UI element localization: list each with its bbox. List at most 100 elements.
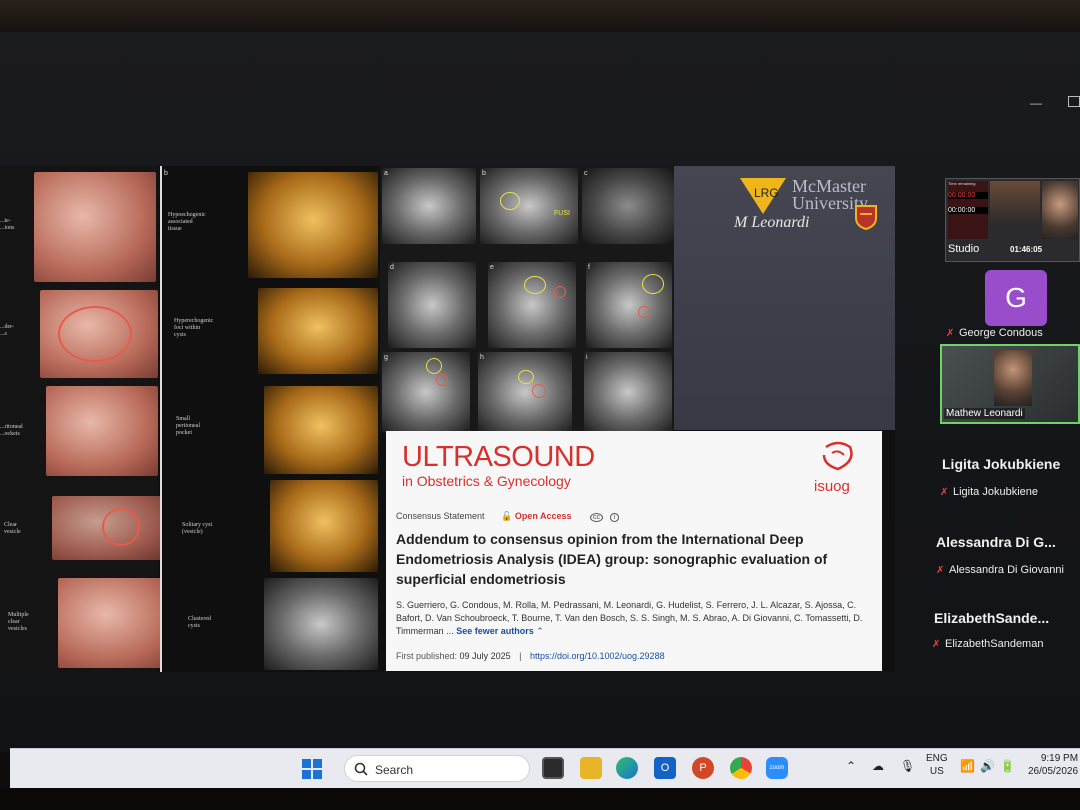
svg-text:LRG: LRG <box>754 186 779 200</box>
laparoscopy-image-3 <box>46 386 158 476</box>
ultrasound-d <box>388 262 476 348</box>
speaker-name: Mathew Leonardi <box>944 408 1025 419</box>
article-title[interactable]: Addendum to consensus opinion from the I… <box>396 529 874 589</box>
3d-ultrasound-1 <box>248 172 378 278</box>
marker-circle <box>554 286 566 298</box>
grid-letter-c: c <box>584 170 588 177</box>
language-indicator[interactable]: ENG US <box>926 752 948 778</box>
participant-alessandra: ✗ Alessandra Di Giovanni <box>936 564 1064 576</box>
taskbar: Search O P zoom ⌃ ☁ 🎙 ENG US 📶 🔊 🔋 9:19 P… <box>10 748 1080 788</box>
minimize-icon[interactable]: — <box>1030 96 1042 110</box>
journal-subtitle: in Obstetrics & Gynecology <box>402 473 571 489</box>
marker-circle <box>436 374 448 386</box>
avatar[interactable]: G <box>985 270 1047 326</box>
journal-article-card: ULTRASOUND in Obstetrics & Gynecology is… <box>386 431 882 671</box>
3d-ultrasound-5 <box>264 578 378 670</box>
studio-video-tile[interactable]: Time remaining 00:00:00 00:00:00 Studio … <box>945 178 1080 262</box>
speaker-video <box>994 350 1032 406</box>
3d-ultrasound-panel: b Hypoechogenic associated tissue Hypere… <box>160 166 378 672</box>
elapsed-time: 01:46:05 <box>1010 245 1043 254</box>
doi-link[interactable]: https://doi.org/10.1002/uog.29288 <box>530 651 665 661</box>
studio-label: Studio <box>948 243 980 255</box>
isuog-logo-icon <box>822 441 853 471</box>
journal-title: ULTRASOUND <box>402 441 595 473</box>
panel-b-label-1: Hypoechogenic associated tissue <box>168 212 206 232</box>
taskbar-search[interactable]: Search <box>344 755 530 782</box>
3d-ultrasound-3 <box>264 386 378 474</box>
laptop-bottom-bezel <box>0 788 1080 810</box>
grid-letter-b: b <box>482 170 486 177</box>
grid-letter-i: i <box>586 354 588 361</box>
chevron-up-icon[interactable]: ⌃ <box>846 759 856 773</box>
time-remaining-label: Time remaining <box>948 181 976 186</box>
active-speaker-tile[interactable]: Mathew Leonardi <box>940 344 1080 424</box>
panel-a-label-3: ...ritoneal ...ockets <box>0 424 23 437</box>
photo-of-laptop-screen: — ...te- ...ions ...der- ...s ...ritonea… <box>0 0 1080 810</box>
ultrasound-e <box>488 262 576 348</box>
presenter-thumbnail <box>1042 181 1078 239</box>
panel-b-label-4: Solitary cyst (vesicle) <box>182 522 213 535</box>
panel-b-label-5: Clustered cysts <box>188 616 211 629</box>
cc-license-icon: cc <box>590 513 604 522</box>
ultrasound-a <box>382 168 476 244</box>
tile-name-alessandra: Alessandra Di G... <box>936 534 1056 550</box>
chevron-up-icon[interactable]: ⌃ <box>536 626 544 636</box>
panel-b-label-3: Small peritoneal pocket <box>176 416 200 436</box>
studio-thumbnail <box>990 181 1040 225</box>
participant-ligita: ✗ Ligita Jokubkiene <box>940 486 1039 498</box>
attribution-icon: i <box>609 513 620 522</box>
panel-b-label-2: Hyperechogenic foci within cysts <box>174 318 214 338</box>
grid-letter-f: f <box>588 264 590 271</box>
published-label: First published: <box>396 651 458 661</box>
lrg-logo-icon: LRG <box>740 178 786 214</box>
3d-ultrasound-2 <box>258 288 378 374</box>
lesion-circle <box>102 508 140 546</box>
cloud-offline-icon[interactable]: ☁ <box>872 759 884 773</box>
participants-sidebar: Time remaining 00:00:00 00:00:00 Studio … <box>900 168 1080 688</box>
ultrasound-i <box>584 352 672 432</box>
marker-circle <box>518 370 534 384</box>
fusi-label: FUSI <box>554 210 570 217</box>
timer-b: 00:00:00 <box>948 207 988 214</box>
maximize-icon[interactable] <box>1068 96 1080 107</box>
tile-name-elizabeth: ElizabethSande... <box>934 610 1050 626</box>
microphone-icon[interactable]: 🎙 <box>900 759 915 773</box>
article-type: Consensus Statement <box>396 511 485 521</box>
marker-circle <box>524 276 546 294</box>
windows-start-icon[interactable] <box>302 759 322 779</box>
marker-circle <box>638 306 650 318</box>
panel-a-label-4: Clear vesicle <box>4 522 21 535</box>
wifi-icon[interactable]: 📶 <box>960 759 975 773</box>
marker-circle <box>532 384 546 398</box>
participant-elizabeth: ✗ ElizabethSandeman <box>932 638 1044 650</box>
search-label: Search <box>375 763 414 777</box>
signature-text: M Leonardi <box>734 214 810 231</box>
timer-a: 00:00:00 <box>948 192 988 199</box>
file-explorer-icon[interactable] <box>580 757 602 779</box>
battery-icon[interactable]: 🔋 <box>1000 759 1015 773</box>
volume-icon[interactable]: 🔊 <box>980 759 995 773</box>
chrome-icon[interactable] <box>730 757 752 779</box>
ultrasound-c <box>582 168 674 244</box>
see-fewer-authors-link[interactable]: See fewer authors <box>456 626 534 636</box>
open-access-icon: 🔓 <box>501 511 513 521</box>
panel-b-letter: b <box>164 170 168 177</box>
laparoscopy-image-1 <box>34 172 156 282</box>
clock[interactable]: 9:19 PM 26/05/2026 <box>1028 752 1078 778</box>
marker-circle <box>500 192 520 210</box>
open-access-label[interactable]: Open Access <box>515 511 572 521</box>
marker-circle <box>426 358 442 374</box>
panel-a-label-1: ...te- ...ions <box>0 218 15 231</box>
university-crest-icon <box>855 205 877 230</box>
3d-ultrasound-4 <box>270 480 378 572</box>
tile-name-ligita: Ligita Jokubkiene <box>942 456 1061 472</box>
marker-circle <box>642 274 664 294</box>
ultrasound-grid-panel: a b c d e f g h i FUSI <box>380 166 674 433</box>
powerpoint-icon[interactable]: P <box>692 757 714 779</box>
zoom-app-icon[interactable]: zoom <box>766 757 788 779</box>
edge-browser-icon[interactable] <box>616 757 638 779</box>
grid-letter-d: d <box>390 264 394 271</box>
task-view-icon[interactable] <box>542 757 564 779</box>
outlook-icon[interactable]: O <box>654 757 676 779</box>
muted-mic-icon: ✗ <box>946 328 955 339</box>
